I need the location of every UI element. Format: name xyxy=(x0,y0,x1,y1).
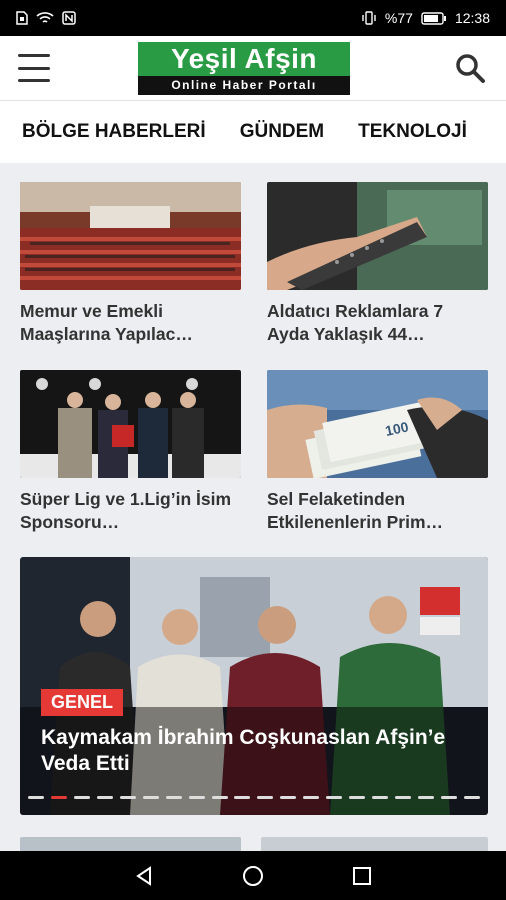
category-badge: GENEL xyxy=(41,689,124,716)
menu-icon-line xyxy=(18,66,50,70)
recents-icon xyxy=(352,866,371,885)
slider-dot[interactable] xyxy=(349,796,366,799)
slider-pagination xyxy=(28,796,480,799)
slider-dot[interactable] xyxy=(28,796,44,799)
site-logo[interactable]: Yeşil Afşin Online Haber Portalı xyxy=(138,42,350,95)
news-card[interactable]: Memur ve Emekli Maaşlarına Yapılac… xyxy=(20,182,241,346)
status-bar: %77 12:38 xyxy=(0,0,506,36)
news-title: Sel Felaketinden Etkilenenlerin Prim… xyxy=(267,489,444,532)
news-card-peek[interactable] xyxy=(20,837,241,851)
news-card[interactable]: Süper Lig ve 1.Lig’in İsim Sponsoru… xyxy=(20,370,241,534)
news-card[interactable]: 100 Sel Felaketinden Etkilenenlerin Prim… xyxy=(267,370,488,534)
news-thumbnail xyxy=(267,182,488,290)
news-thumbnail xyxy=(20,370,241,478)
news-title: Süper Lig ve 1.Lig’in İsim Sponsoru… xyxy=(20,489,232,532)
slider-dot[interactable] xyxy=(440,796,457,799)
news-card-peek[interactable] xyxy=(261,837,488,851)
status-icons-left xyxy=(16,11,76,25)
wifi-icon xyxy=(36,12,54,23)
news-thumbnail xyxy=(20,182,241,290)
slider-dot[interactable] xyxy=(280,796,297,799)
slider-dot[interactable] xyxy=(188,796,205,799)
status-icons-right: %77 12:38 xyxy=(361,10,490,26)
home-button[interactable] xyxy=(238,861,268,891)
menu-icon xyxy=(18,54,50,57)
tab-gundem[interactable]: GÜNDEM xyxy=(222,121,340,143)
featured-headline: Kaymakam İbrahim Coşkunaslan Afşin’e Ved… xyxy=(41,726,446,775)
slider-dot[interactable] xyxy=(96,796,113,799)
logo-tagline: Online Haber Portalı xyxy=(138,76,350,95)
system-navigation-bar xyxy=(0,851,506,900)
slider-dot[interactable] xyxy=(234,796,251,799)
slider-dot[interactable] xyxy=(303,796,320,799)
slider-dot[interactable] xyxy=(142,796,159,799)
tab-bolge-haberleri[interactable]: BÖLGE HABERLERİ xyxy=(0,121,222,143)
slider-dot[interactable] xyxy=(257,796,274,799)
tab-teknoloji[interactable]: TEKNOLOJİ xyxy=(340,121,483,143)
slider-dot[interactable] xyxy=(463,796,480,799)
slider-dot[interactable] xyxy=(165,796,182,799)
app-header: Yeşil Afşin Online Haber Portalı xyxy=(0,36,506,101)
slider-dot[interactable] xyxy=(372,796,389,799)
news-thumbnail: 100 xyxy=(267,370,488,478)
home-icon xyxy=(242,865,263,886)
slider-dot[interactable] xyxy=(326,796,343,799)
menu-button[interactable] xyxy=(18,54,50,82)
category-tabs: BÖLGE HABERLERİ GÜNDEM TEKNOLOJİ xyxy=(0,101,506,163)
news-title: Memur ve Emekli Maaşlarına Yapılac… xyxy=(20,301,193,344)
battery-icon xyxy=(421,11,446,25)
search-icon[interactable] xyxy=(452,50,488,86)
slider-dot[interactable] xyxy=(395,796,411,799)
news-title: Aldatıcı Reklamlara 7 Ayda Yaklaşık 44… xyxy=(267,301,444,344)
logo-title: Yeşil Afşin xyxy=(138,42,350,76)
sim-icon xyxy=(16,11,28,25)
back-icon xyxy=(136,865,152,886)
slider-dot[interactable] xyxy=(50,796,67,799)
back-button[interactable] xyxy=(129,861,159,891)
slider-dot[interactable] xyxy=(73,796,90,799)
slider-dot[interactable] xyxy=(417,796,434,799)
recents-button[interactable] xyxy=(347,861,377,891)
featured-slider[interactable]: GENEL Kaymakam İbrahim Coşkunaslan Afşin… xyxy=(20,557,488,815)
menu-icon-line xyxy=(18,79,50,82)
battery-percent: %77 xyxy=(384,10,413,26)
vibrate-icon xyxy=(362,11,376,25)
slider-dot[interactable] xyxy=(211,796,228,799)
slider-dot[interactable] xyxy=(119,796,136,799)
nfc-icon xyxy=(62,11,76,25)
clock: 12:38 xyxy=(454,10,490,26)
news-card[interactable]: Aldatıcı Reklamlara 7 Ayda Yaklaşık 44… xyxy=(267,182,488,346)
